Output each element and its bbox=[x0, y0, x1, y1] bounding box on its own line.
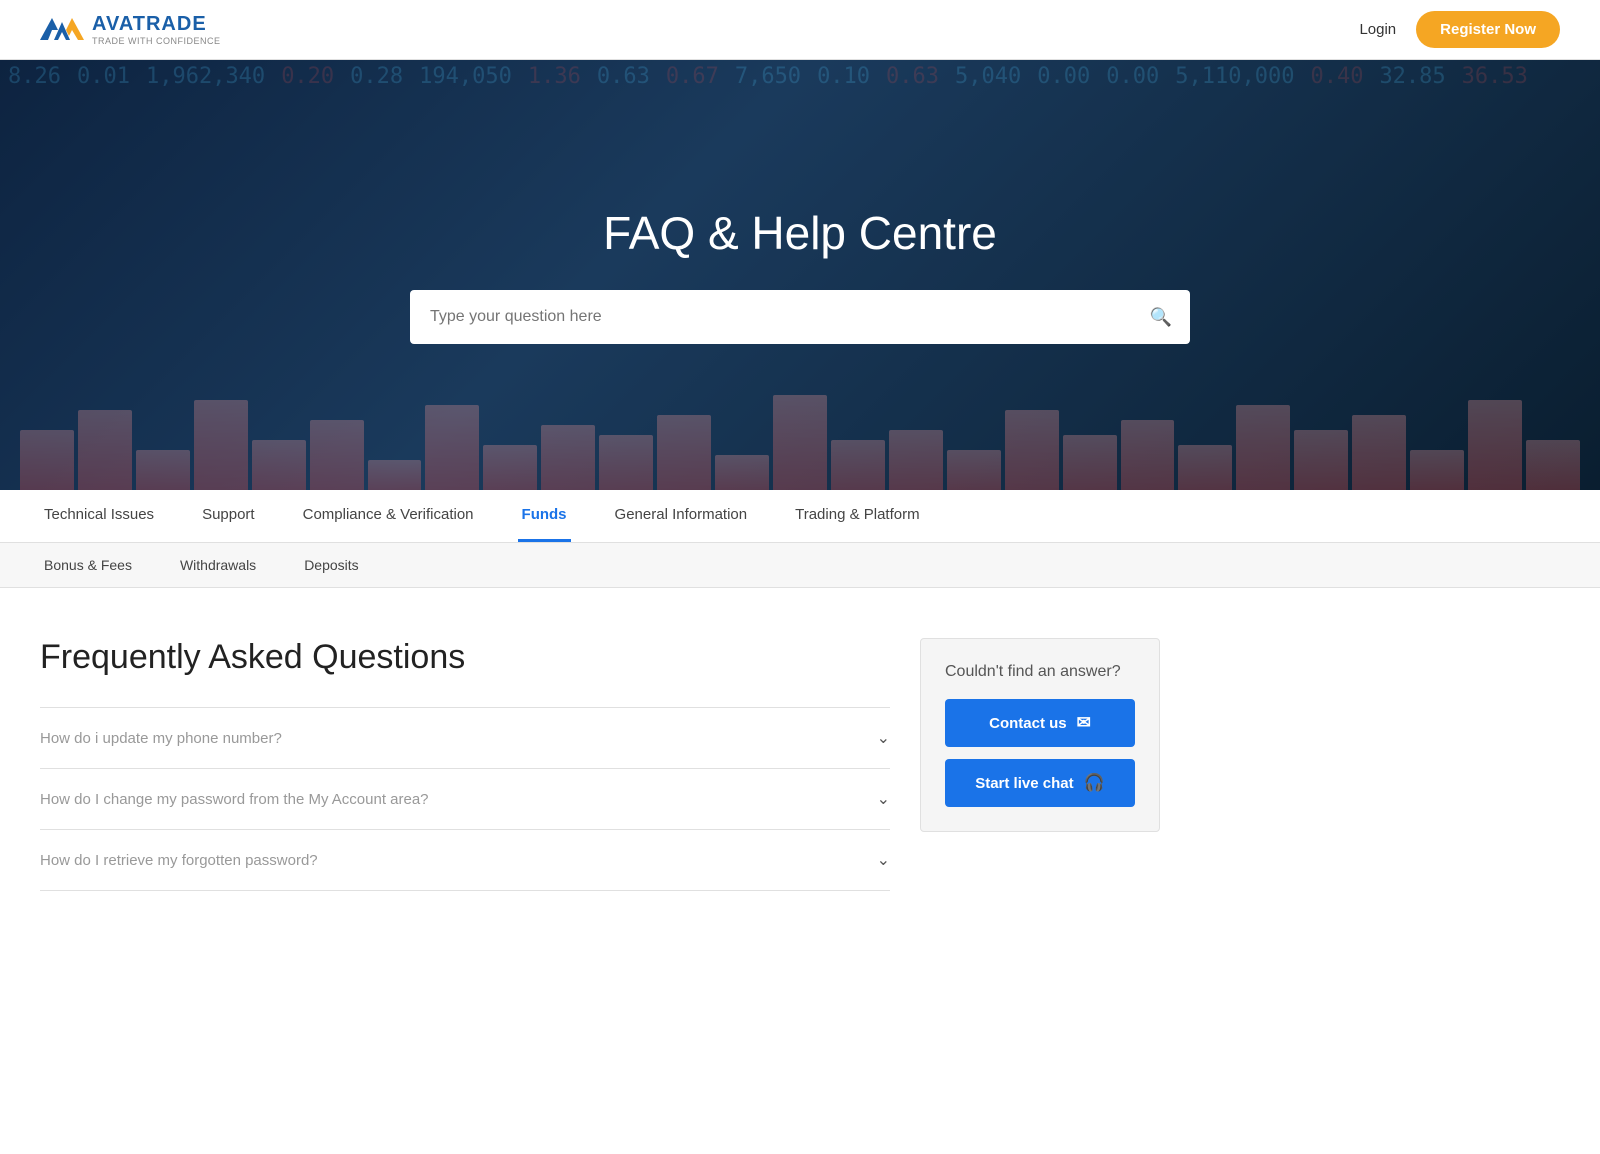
register-button[interactable]: Register Now bbox=[1416, 11, 1560, 48]
faq-item[interactable]: How do i update my phone number? ⌄ bbox=[40, 708, 890, 769]
subtab-bonus-&-fees[interactable]: Bonus & Fees bbox=[40, 543, 136, 587]
chart-bar bbox=[425, 405, 479, 490]
chart-bar bbox=[483, 445, 537, 490]
logo-mark bbox=[40, 12, 84, 48]
chart-bar bbox=[599, 435, 653, 490]
login-link[interactable]: Login bbox=[1359, 21, 1396, 38]
faq-question: How do I retrieve my forgotten password? bbox=[40, 852, 318, 869]
chart-bar bbox=[1352, 415, 1406, 490]
logo-text: AVATRADE TRADE WITH CONFIDENCE bbox=[92, 13, 221, 46]
faq-question: How do I change my password from the My … bbox=[40, 791, 429, 808]
chart-bar bbox=[1410, 450, 1464, 490]
chart-bar bbox=[20, 430, 74, 490]
chart-bar bbox=[715, 455, 769, 490]
chart-bar bbox=[78, 410, 132, 490]
subtab-withdrawals[interactable]: Withdrawals bbox=[176, 543, 260, 587]
hero-section: 8.26 0.01 1,962,340 0.20 0.28 194,050 1.… bbox=[0, 60, 1600, 490]
contact-button[interactable]: Contact us ✉ bbox=[945, 699, 1135, 747]
chart-bar bbox=[252, 440, 306, 490]
chart-bar bbox=[1121, 420, 1175, 490]
chart-bar bbox=[1178, 445, 1232, 490]
faq-item[interactable]: How do I change my password from the My … bbox=[40, 769, 890, 830]
logo: AVATRADE TRADE WITH CONFIDENCE bbox=[40, 12, 221, 48]
tab-trading-and-platform[interactable]: Trading & Platform bbox=[791, 490, 924, 542]
primary-tabs: Technical Issues Support Compliance & Veri… bbox=[0, 490, 1600, 542]
chart-bar bbox=[1526, 440, 1580, 490]
chart-bar bbox=[310, 420, 364, 490]
logo-icon bbox=[40, 12, 84, 48]
faq-question: How do i update my phone number? bbox=[40, 730, 282, 747]
search-bar: 🔍 bbox=[410, 290, 1190, 344]
chart-bar bbox=[1468, 400, 1522, 490]
chart-bar bbox=[1294, 430, 1348, 490]
chevron-down-icon: ⌄ bbox=[877, 789, 890, 809]
faq-section: Frequently Asked Questions How do i upda… bbox=[40, 638, 890, 891]
headset-icon: 🎧 bbox=[1084, 773, 1105, 793]
header: AVATRADE TRADE WITH CONFIDENCE Login Reg… bbox=[0, 0, 1600, 60]
subtab-deposits[interactable]: Deposits bbox=[300, 543, 362, 587]
chart-bar bbox=[1063, 435, 1117, 490]
chart-bar bbox=[368, 460, 422, 490]
chat-label: Start live chat bbox=[975, 775, 1073, 792]
secondary-tabs: Bonus & Fees Withdrawals Deposits bbox=[0, 542, 1600, 587]
sidebar-no-answer: Couldn't find an answer? bbox=[945, 663, 1135, 681]
chart-bar bbox=[947, 450, 1001, 490]
hero-chart-bars bbox=[0, 395, 1600, 490]
faq-title: Frequently Asked Questions bbox=[40, 638, 890, 677]
search-input[interactable] bbox=[410, 290, 1132, 344]
logo-tagline: TRADE WITH CONFIDENCE bbox=[92, 36, 221, 46]
chevron-down-icon: ⌄ bbox=[877, 850, 890, 870]
faq-list: How do i update my phone number? ⌄ How d… bbox=[40, 708, 890, 891]
chart-bar bbox=[831, 440, 885, 490]
tab-technical-issues[interactable]: Technical Issues bbox=[40, 490, 158, 542]
tab-compliance-and-verification[interactable]: Compliance & Verification bbox=[299, 490, 478, 542]
chart-bar bbox=[773, 395, 827, 490]
hero-title: FAQ & Help Centre bbox=[603, 206, 997, 260]
email-icon: ✉ bbox=[1077, 713, 1091, 733]
tab-funds[interactable]: Funds bbox=[518, 490, 571, 542]
logo-brand: AVATRADE bbox=[92, 13, 221, 36]
sidebar: Couldn't find an answer? Contact us ✉ St… bbox=[920, 638, 1160, 832]
chart-bar bbox=[1005, 410, 1059, 490]
search-icon: 🔍 bbox=[1132, 307, 1190, 328]
chevron-down-icon: ⌄ bbox=[877, 728, 890, 748]
contact-label: Contact us bbox=[989, 715, 1067, 732]
faq-item[interactable]: How do I retrieve my forgotten password?… bbox=[40, 830, 890, 891]
tab-general-information[interactable]: General Information bbox=[611, 490, 752, 542]
chart-bar bbox=[541, 425, 595, 490]
chart-bar bbox=[194, 400, 248, 490]
chart-bar bbox=[889, 430, 943, 490]
chart-bar bbox=[1236, 405, 1290, 490]
tabs-nav: Technical Issues Support Compliance & Veri… bbox=[0, 490, 1600, 588]
chart-bar bbox=[136, 450, 190, 490]
live-chat-button[interactable]: Start live chat 🎧 bbox=[945, 759, 1135, 807]
chart-bar bbox=[657, 415, 711, 490]
tab-support[interactable]: Support bbox=[198, 490, 259, 542]
header-actions: Login Register Now bbox=[1359, 11, 1560, 48]
main-content: Frequently Asked Questions How do i upda… bbox=[0, 588, 1200, 951]
hero-background: 8.26 0.01 1,962,340 0.20 0.28 194,050 1.… bbox=[0, 60, 1600, 490]
